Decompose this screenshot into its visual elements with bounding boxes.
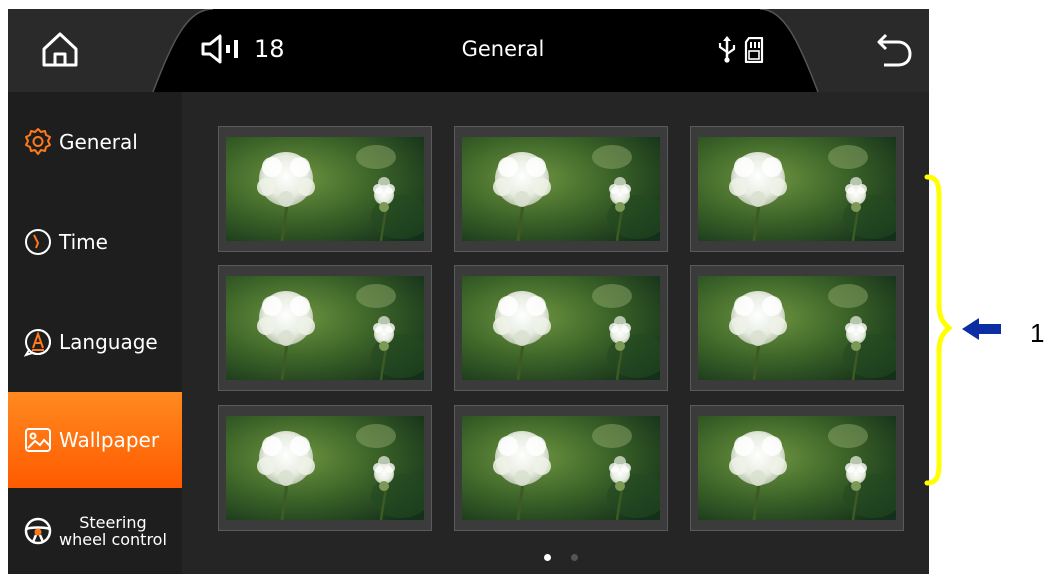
callout-bracket xyxy=(924,174,1001,486)
wallpaper-thumbnail-3[interactable] xyxy=(690,126,904,252)
wallpaper-thumbnail-4[interactable] xyxy=(218,265,432,391)
sidebar-item-steering-wheel-control[interactable]: Steering wheel control xyxy=(8,488,182,574)
flower-image xyxy=(698,276,896,380)
wallpaper-thumbnail-9[interactable] xyxy=(690,405,904,531)
back-button[interactable] xyxy=(870,31,914,69)
sidebar-item-wallpaper[interactable]: Wallpaper xyxy=(8,392,182,488)
sidebar-item-time[interactable]: Time xyxy=(8,192,182,292)
flower-image xyxy=(226,137,424,241)
sidebar-item-language[interactable]: Language xyxy=(8,292,182,392)
wallpaper-thumbnail-5[interactable] xyxy=(454,265,668,391)
sidebar-item-general[interactable]: General xyxy=(8,92,182,192)
back-arrow-icon xyxy=(877,33,912,67)
sidebar-item-label: Steering wheel control xyxy=(59,514,167,548)
language-icon xyxy=(23,329,51,357)
home-icon xyxy=(42,32,78,67)
steering-wheel-icon xyxy=(24,517,52,545)
flower-image xyxy=(698,137,896,241)
sidebar-item-label: General xyxy=(59,130,138,154)
sidebar-item-label-line1: Steering xyxy=(79,513,147,532)
callout-label: 1 xyxy=(1030,318,1045,348)
wallpaper-thumbnail-8[interactable] xyxy=(454,405,668,531)
wallpaper-thumbnail-2[interactable] xyxy=(454,126,668,252)
page-indicator xyxy=(544,554,578,561)
page-dot-active[interactable] xyxy=(544,554,551,561)
speaker-icon xyxy=(201,34,238,64)
sidebar-item-label-line2: wheel control xyxy=(59,530,167,549)
head-unit-screen: 18 General General Time Language Wallpap… xyxy=(8,9,929,574)
page-title: General xyxy=(461,37,545,61)
clock-icon xyxy=(25,229,51,255)
callout-arrow-icon xyxy=(962,318,1001,340)
wallpaper-grid xyxy=(182,92,929,574)
wallpaper-thumbnail-7[interactable] xyxy=(218,405,432,531)
flower-image xyxy=(226,276,424,380)
image-icon xyxy=(25,428,51,452)
top-bar: 18 General xyxy=(8,9,929,92)
wallpaper-thumbnail-1[interactable] xyxy=(218,126,432,252)
flower-image xyxy=(462,416,660,520)
home-button[interactable] xyxy=(38,27,82,71)
flower-image xyxy=(462,137,660,241)
gear-icon xyxy=(25,128,51,155)
sidebar-item-label: Language xyxy=(59,330,158,354)
flower-image xyxy=(226,416,424,520)
sd-card-icon xyxy=(744,37,764,63)
flower-image xyxy=(462,276,660,380)
flower-image xyxy=(698,416,896,520)
sidebar-item-label: Wallpaper xyxy=(59,428,160,452)
sidebar-item-label: Time xyxy=(59,230,108,254)
settings-sidebar: General Time Language Wallpaper Steering… xyxy=(8,92,182,574)
page-dot[interactable] xyxy=(571,554,578,561)
volume-indicator[interactable]: 18 xyxy=(200,31,285,67)
usb-icon xyxy=(718,36,736,63)
volume-level: 18 xyxy=(254,35,285,63)
wallpaper-thumbnail-6[interactable] xyxy=(690,265,904,391)
